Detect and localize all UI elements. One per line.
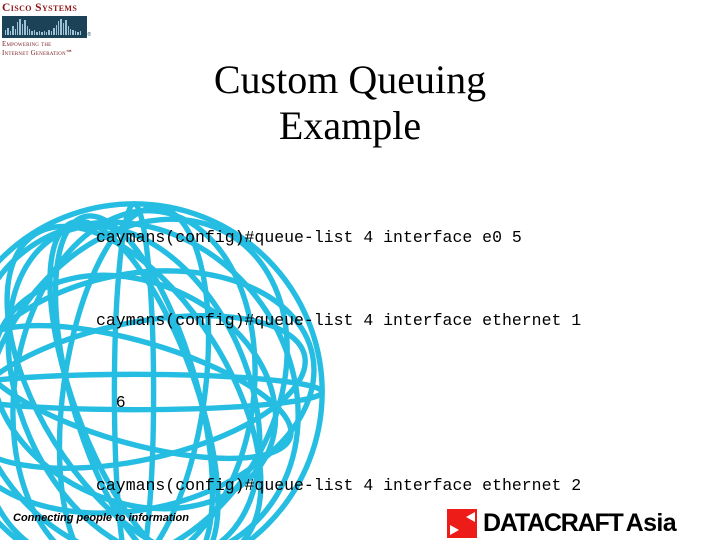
cisco-tagline: Empowering the Internet Generation℠ <box>2 40 92 57</box>
registered-trademark-icon: ® <box>87 32 91 38</box>
datacraft-asia-logo: DATACRAFT Asia <box>447 508 677 538</box>
cisco-systems-logo: Cisco Systems ® Empowering the Internet … <box>2 1 92 61</box>
cisco-tagline-line1: Empowering the <box>2 40 52 48</box>
datacraft-wedge-top-icon <box>466 511 475 522</box>
footer-tagline: Connecting people to information <box>13 512 189 524</box>
cisco-bridge-icon: ® <box>2 16 91 38</box>
datacraft-suffix: Asia <box>625 508 677 537</box>
cisco-bridge-bars <box>5 18 81 35</box>
cli-code-block: caymans(config)#queue-list 4 interface e… <box>96 169 696 540</box>
code-line: caymans(config)#queue-list 4 interface e… <box>96 228 522 247</box>
code-line: 6 <box>96 393 126 412</box>
cisco-tagline-line2: Internet Generation℠ <box>2 48 74 57</box>
code-line: caymans(config)#queue-list 4 interface e… <box>96 475 582 495</box>
page-title-line-2: Example <box>278 102 422 148</box>
datacraft-name: DATACRAFT <box>483 508 624 537</box>
datacraft-mark-icon <box>447 508 477 538</box>
code-line: caymans(config)#queue-list 4 interface e… <box>96 310 582 330</box>
datacraft-wordmark: DATACRAFT Asia <box>483 508 677 537</box>
cisco-wordmark: Cisco Systems <box>2 2 78 14</box>
datacraft-wedge-bottom-icon <box>450 524 459 535</box>
slide-canvas: Cisco Systems ® Empowering the Internet … <box>0 0 720 540</box>
page-title: Custom Queuing Example <box>110 57 590 149</box>
page-title-line-1: Custom Queuing <box>213 56 487 102</box>
